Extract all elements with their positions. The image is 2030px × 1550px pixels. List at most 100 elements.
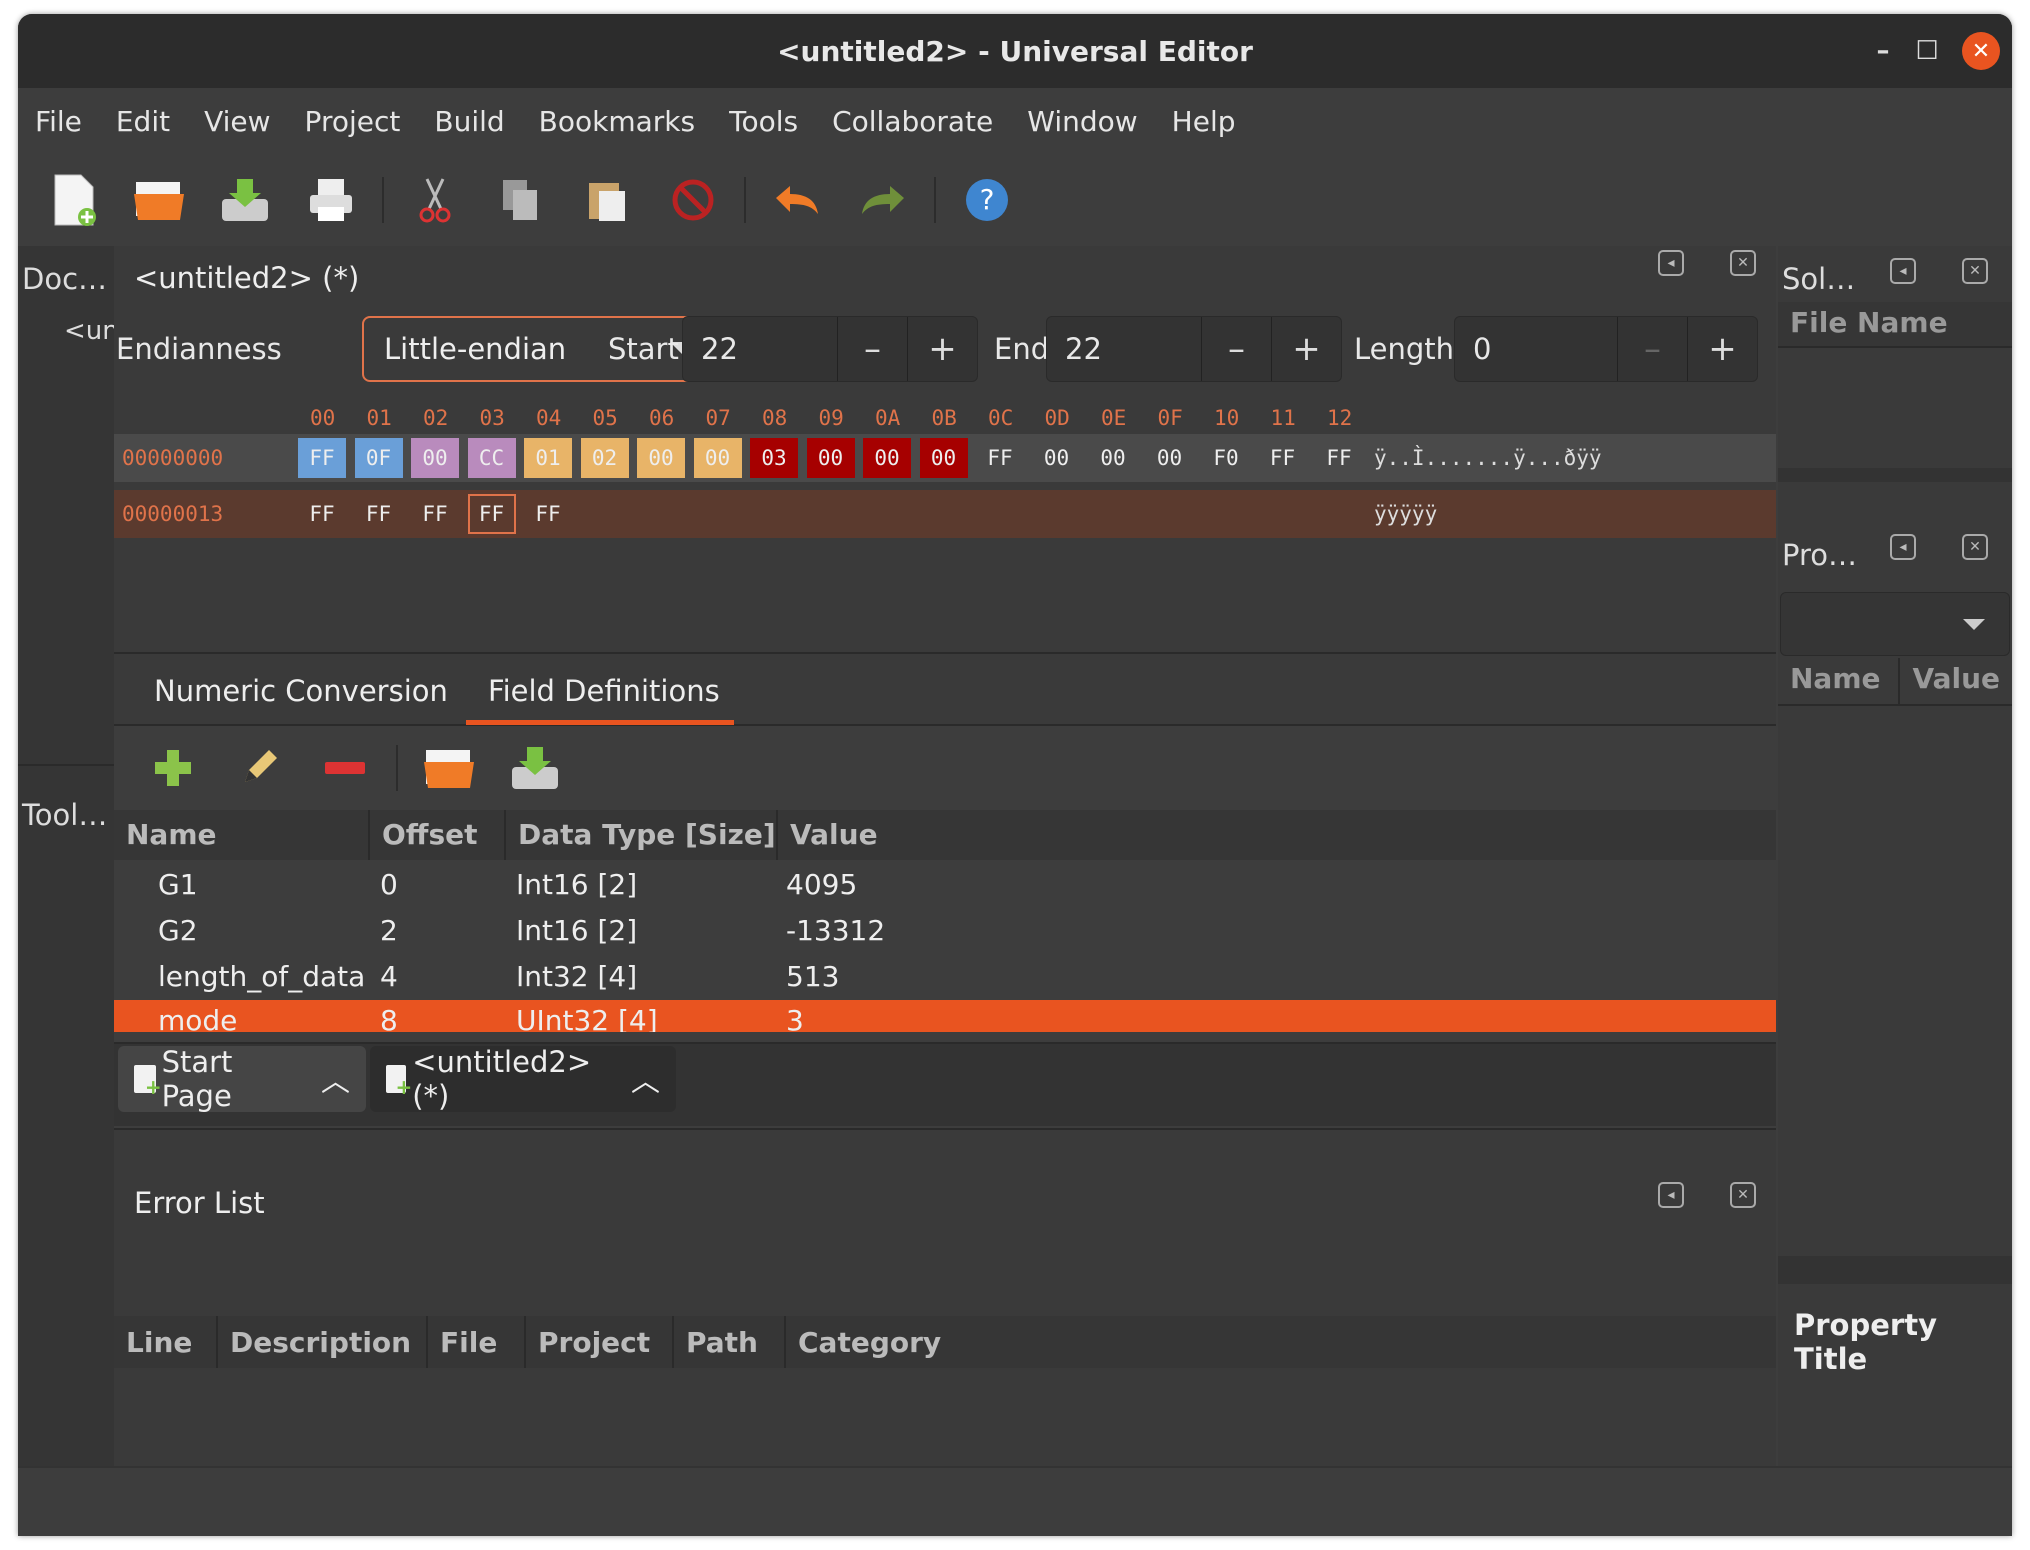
menu-help[interactable]: Help [1155,105,1253,138]
column-value[interactable]: Value [1900,658,2012,704]
hex-byte[interactable]: 00 [411,438,459,478]
column-data-type[interactable]: Data Type [Size] [506,810,778,860]
menu-view[interactable]: View [187,105,287,138]
edit-field-icon[interactable] [216,733,302,803]
copy-icon[interactable] [478,165,564,235]
hex-byte[interactable]: 00 [693,438,742,478]
start-spinbox[interactable]: 22 – + [682,316,978,382]
close-panel-icon[interactable]: ✕ [1730,250,1756,276]
cut-icon[interactable] [392,165,478,235]
remove-field-icon[interactable] [302,733,388,803]
hex-byte[interactable]: 03 [750,438,798,478]
menu-bookmarks[interactable]: Bookmarks [522,105,712,138]
hex-row[interactable]: 00000000 ÿ..Ì.......ÿ...ðÿÿ FF 0F 00 CC 01 02… [114,434,1776,482]
hex-byte[interactable]: 01 [524,438,572,478]
minimize-button[interactable]: – [1864,32,1902,70]
paste-icon[interactable] [564,165,650,235]
chevron-down-icon [1963,619,1985,630]
document-outline-title[interactable]: Doc… [22,262,107,296]
column-project[interactable]: Project [526,1316,674,1368]
end-spinbox[interactable]: 22 – + [1046,316,1342,382]
properties-object-select[interactable] [1780,592,2010,656]
new-file-icon[interactable] [30,165,116,235]
open-definitions-icon[interactable] [406,733,492,803]
solution-explorer-title[interactable]: Sol… [1782,262,1855,296]
add-field-icon[interactable] [130,733,216,803]
hex-byte[interactable]: FF [355,494,403,534]
toolbox-title[interactable]: Tool… [22,798,107,832]
properties-title[interactable]: Pro… [1782,538,1857,572]
column-name[interactable]: Name [1778,658,1901,704]
column-value[interactable]: Value [778,810,1776,860]
close-panel-icon[interactable]: ✕ [1962,258,1988,284]
close-panel-icon[interactable]: ✕ [1730,1182,1756,1208]
stop-icon[interactable] [650,165,736,235]
menu-project[interactable]: Project [288,105,418,138]
hex-byte[interactable]: FF [298,438,346,478]
hex-byte[interactable]: 02 [580,438,629,478]
table-row[interactable]: G2 2 Int16 [2] -13312 [114,908,1776,954]
length-minus-button[interactable]: – [1617,317,1687,381]
help-icon[interactable]: ? [944,165,1030,235]
file-name-header[interactable]: File Name [1778,302,2012,348]
hex-byte[interactable]: 00 [1033,438,1081,478]
tab-start-page[interactable]: Start Page ︿ [118,1045,366,1113]
column-offset[interactable]: Offset [370,810,506,860]
menu-edit[interactable]: Edit [99,105,187,138]
menu-window[interactable]: Window [1010,105,1154,138]
table-row[interactable]: length_of_data 4 Int32 [4] 513 [114,954,1776,1000]
save-icon[interactable] [202,165,288,235]
length-plus-button[interactable]: + [1687,317,1757,381]
save-definitions-icon[interactable] [492,733,578,803]
menu-file[interactable]: File [18,105,99,138]
length-spinbox[interactable]: 0 – + [1454,316,1758,382]
column-name[interactable]: Name [114,810,370,860]
column-file[interactable]: File [428,1316,526,1368]
tab-untitled2[interactable]: <untitled2> (*) ︿ [370,1045,676,1113]
menu-tools[interactable]: Tools [712,105,815,138]
close-panel-icon[interactable]: ✕ [1962,534,1988,560]
hex-byte[interactable]: FF [298,494,346,534]
pin-icon[interactable]: ◂ [1658,250,1684,276]
close-button[interactable]: ✕ [1962,32,2000,70]
hex-byte[interactable]: 00 [919,438,968,478]
tab-field-definitions[interactable]: Field Definitions [488,674,720,708]
pin-icon[interactable]: ◂ [1890,534,1916,560]
start-plus-button[interactable]: + [907,317,977,381]
menu-collaborate[interactable]: Collaborate [815,105,1010,138]
column-line[interactable]: Line [114,1316,218,1368]
column-path[interactable]: Path [674,1316,786,1368]
print-icon[interactable] [288,165,374,235]
maximize-button[interactable]: ☐ [1908,32,1946,70]
hex-byte[interactable]: 00 [1089,438,1137,478]
tab-numeric-conversion[interactable]: Numeric Conversion [154,674,448,708]
hex-byte[interactable]: FF [976,438,1024,478]
table-row[interactable]: G1 0 Int16 [2] 4095 [114,862,1776,908]
hex-byte[interactable]: 0F [354,438,403,478]
hex-byte[interactable]: 00 [1146,438,1194,478]
end-minus-button[interactable]: – [1201,317,1271,381]
hex-byte[interactable]: FF [524,494,572,534]
open-folder-icon[interactable] [116,165,202,235]
end-plus-button[interactable]: + [1271,317,1341,381]
hex-byte[interactable]: CC [467,438,516,478]
hex-byte[interactable]: FF [467,494,516,534]
pin-icon[interactable]: ◂ [1890,258,1916,284]
hex-byte[interactable]: FF [411,494,459,534]
undo-icon[interactable] [754,165,840,235]
document-outline-item[interactable]: <un [64,316,119,346]
hex-byte[interactable]: FF [1315,438,1363,478]
hex-byte[interactable]: 00 [637,438,685,478]
column-description[interactable]: Description [218,1316,428,1368]
hex-byte[interactable]: 00 [806,438,855,478]
redo-icon[interactable] [840,165,926,235]
menu-build[interactable]: Build [417,105,521,138]
hex-row-selected[interactable]: 00000013 ÿÿÿÿÿ FF FF FF FF FF [114,490,1776,538]
column-category[interactable]: Category [786,1316,1776,1368]
table-row-selected[interactable]: mode 8 UInt32 [4] 3 [114,1000,1776,1032]
start-minus-button[interactable]: – [837,317,907,381]
pin-icon[interactable]: ◂ [1658,1182,1684,1208]
hex-byte[interactable]: FF [1259,438,1307,478]
hex-byte[interactable]: F0 [1202,438,1250,478]
hex-byte[interactable]: 00 [863,438,911,478]
